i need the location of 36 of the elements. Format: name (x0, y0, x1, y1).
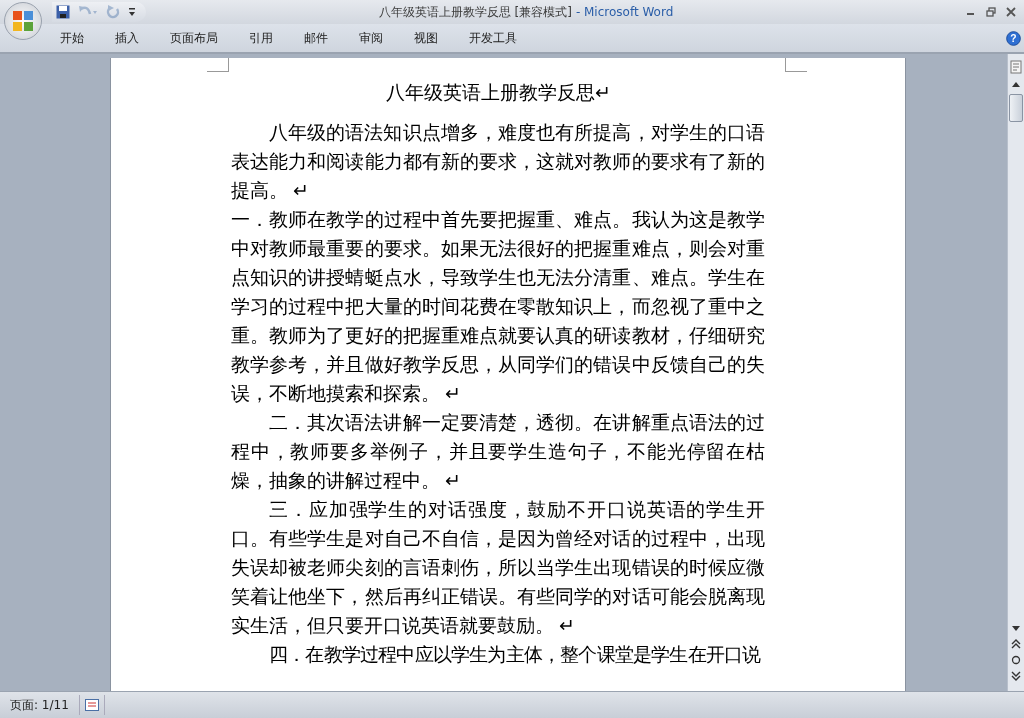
ribbon-tab[interactable]: 审阅 (349, 26, 393, 50)
ribbon-tab[interactable]: 插入 (105, 26, 149, 50)
paragraph-text: 一．教师在教学的过程中首先要把握重、难点。我认为这是教学中对教师最重要的要求。如果无法很好的把握重难点，则会对重点知识的讲授蜻蜓点水，导致学生也无法分清重、难点。学生在学习的过程中把大量的时间花费在零散知识上，而忽视了重中之重。教师为了更好的把握重难点就要认真的研读教材，仔细研究教学参考，并且做好教学反思，从同学们的错误中反馈自己的失误，不断地摸索和探索。 ↵ (231, 208, 765, 406)
margin-corner-mark (207, 58, 229, 72)
customize-dropdown-icon[interactable] (128, 7, 136, 17)
save-icon[interactable] (56, 5, 70, 19)
close-icon[interactable] (1006, 7, 1016, 17)
document-title: 八年级英语上册教学反思↵ (385, 82, 611, 103)
app-name: - Microsoft Word (575, 4, 674, 19)
scroll-up-icon[interactable] (1011, 80, 1021, 88)
browse-object-icon[interactable] (1011, 655, 1021, 665)
ribbon-tab[interactable]: 视图 (404, 26, 448, 50)
paragraph-text: 四．在教学过程中应以学生为主体，整个课堂是学生在开口说 (268, 643, 762, 667)
ribbon-tab[interactable]: 引用 (239, 26, 283, 50)
page-count[interactable]: 页面: 1/11 (0, 696, 79, 714)
ribbon-tab[interactable]: 开始 (50, 26, 94, 50)
paragraph-text: 八年级的语法知识点增多，难度也有所提高，对学生的口语表达能力和阅读能力都有新的要求，这就对教师的要求有了新的提高。 ↵ (231, 121, 765, 203)
paragraph-text: 三．应加强学生的对话强度，鼓励不开口说英语的学生开口。有些学生是对自己不自信，是因为曾经对话的过程中，出现失误却被老师尖刻的言语刺伤，所以当学生出现错误的时候应微笑着让他坐下，然后再纠正错误。有些同学的对话可能会脱离现实生活，但只要开口说英语就要鼓励。 ↵ (231, 498, 765, 638)
previous-page-icon[interactable] (1011, 639, 1021, 649)
margin-corner-mark (785, 58, 807, 72)
help-icon[interactable]: ? (1006, 30, 1021, 46)
restore-icon[interactable] (986, 7, 996, 17)
ribbon-tab[interactable]: 页面布局 (160, 26, 228, 50)
scroll-thumb[interactable] (1009, 94, 1023, 122)
window-title: 八年级英语上册教学反思 [兼容模式] (378, 4, 572, 19)
proofing-button[interactable] (78, 695, 105, 715)
ribbon-tab[interactable]: 邮件 (294, 26, 338, 50)
vertical-scrollbar[interactable] (1007, 54, 1024, 691)
scroll-down-icon[interactable] (1011, 625, 1021, 633)
ruler-toggle-icon[interactable] (1010, 60, 1022, 74)
next-page-icon[interactable] (1011, 671, 1021, 681)
ribbon-tab[interactable]: 开发工具 (459, 26, 527, 50)
proofing-icon (84, 699, 99, 711)
office-logo-icon (12, 10, 34, 32)
office-button[interactable] (4, 2, 42, 40)
paragraph-text: 二．其次语法讲解一定要清楚，透彻。在讲解重点语法的过程中，教师要多举例子，并且要学生造句子，不能光停留在枯燥，抽象的讲解过程中。 ↵ (231, 411, 765, 493)
